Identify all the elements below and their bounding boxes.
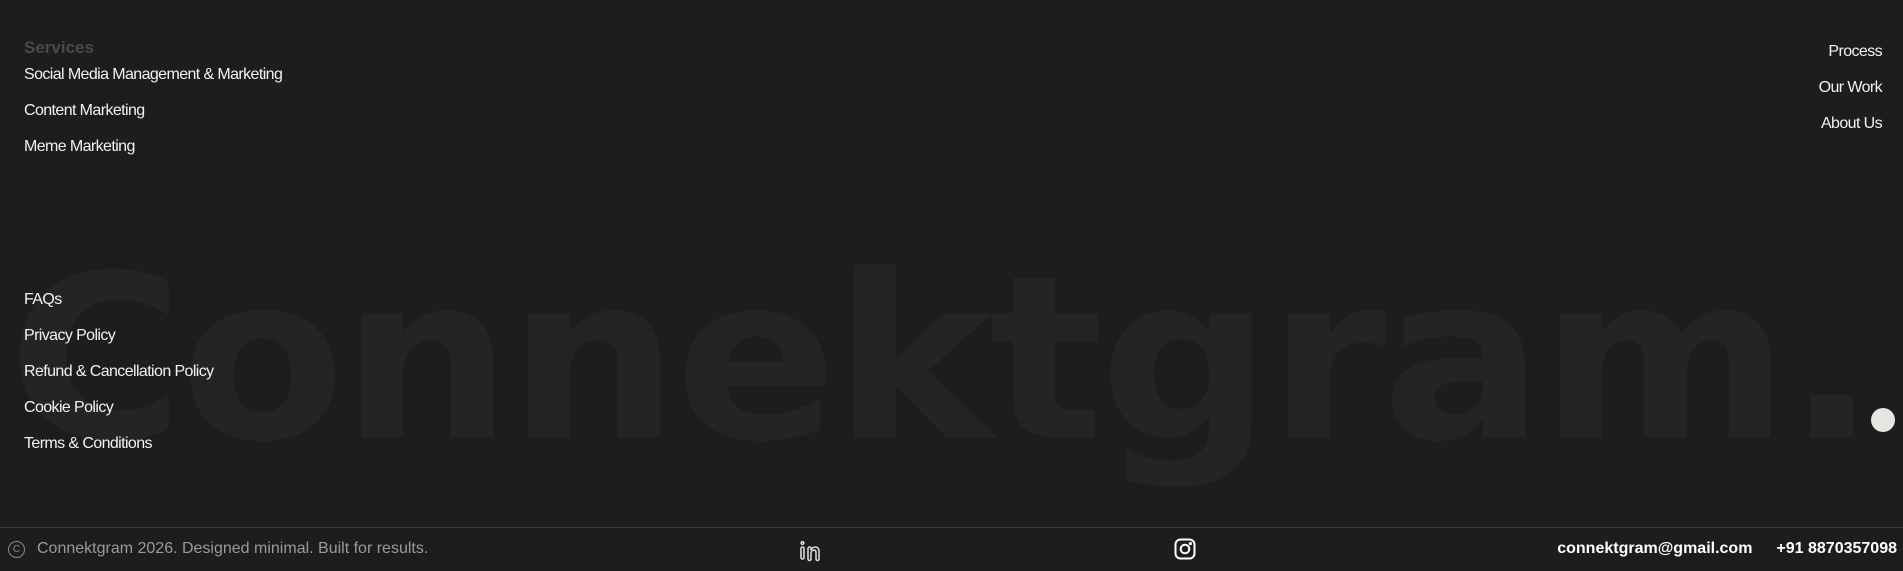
email-link[interactable]: connektgram@gmail.com: [1557, 540, 1752, 558]
service-link-content-marketing[interactable]: Content Marketing: [24, 101, 282, 137]
legal-link-privacy-policy[interactable]: Privacy Policy: [24, 326, 214, 362]
cursor-dot: [1871, 408, 1895, 432]
legal-link-terms[interactable]: Terms & Conditions: [24, 434, 214, 470]
copyright-icon: C: [8, 540, 25, 558]
contact-info: connektgram@gmail.com +91 8870357098: [1557, 540, 1897, 558]
nav-link-about-us[interactable]: About Us: [1819, 114, 1883, 150]
nav-link-process[interactable]: Process: [1819, 42, 1882, 78]
right-nav: Process Our Work About Us: [1819, 42, 1883, 150]
legal-links: FAQs Privacy Policy Refund & Cancellatio…: [24, 290, 214, 470]
footer-page: Connektgram. Services Social Media Manag…: [0, 0, 1903, 571]
legal-link-cookie-policy[interactable]: Cookie Policy: [24, 398, 214, 434]
service-link-meme-marketing[interactable]: Meme Marketing: [24, 137, 282, 173]
services-heading: Services: [24, 38, 94, 57]
phone-link[interactable]: +91 8870357098: [1776, 540, 1897, 558]
services-section: Services Social Media Management & Marke…: [24, 38, 283, 173]
legal-link-faqs[interactable]: FAQs: [24, 290, 214, 326]
nav-link-our-work[interactable]: Our Work: [1819, 78, 1883, 114]
service-link-social-media[interactable]: Social Media Management & Marketing: [24, 65, 283, 101]
copyright-text: Connektgram 2026. Designed minimal. Buil…: [37, 540, 429, 557]
copyright: C Connektgram 2026. Designed minimal. Bu…: [8, 540, 428, 558]
legal-link-refund-policy[interactable]: Refund & Cancellation Policy: [24, 362, 214, 398]
brand-watermark: Connektgram.: [8, 226, 1877, 492]
instagram-icon[interactable]: [1173, 537, 1197, 561]
bottom-bar: C Connektgram 2026. Designed minimal. Bu…: [0, 527, 1903, 571]
linkedin-icon[interactable]: [798, 539, 822, 563]
